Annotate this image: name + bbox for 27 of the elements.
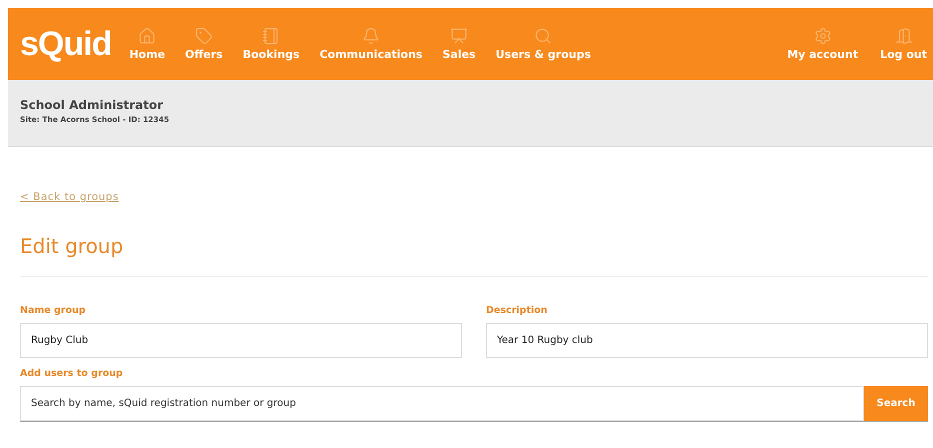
nav-link[interactable]: Bookings: [242, 27, 300, 61]
nav-link[interactable]: Communications: [320, 27, 422, 61]
input-field[interactable]: Year 10 Rugby club: [486, 323, 928, 358]
nav-link[interactable]: Users & groups: [496, 27, 591, 61]
nav-link[interactable]: Sales: [442, 27, 476, 61]
settings-icon: [814, 27, 832, 45]
nav-link[interactable]: My account: [787, 27, 858, 61]
page-title: Edit group: [20, 234, 928, 277]
house-icon: [138, 27, 156, 45]
search-field[interactable]: Search by name, sQuid registration number or group: [20, 386, 864, 421]
search-icon: [534, 27, 552, 45]
easel-icon: [450, 27, 468, 45]
nav-link[interactable]: Offers: [185, 27, 223, 61]
door-icon: [894, 27, 913, 45]
search-button[interactable]: Search: [864, 386, 928, 421]
field-label: Name group: [20, 305, 87, 316]
back-link[interactable]: < Back to groups: [20, 191, 119, 203]
field-label: Description: [486, 305, 548, 316]
notebook-icon: [262, 27, 280, 45]
bell-icon: [362, 27, 380, 45]
user-role: School Administrator: [20, 98, 164, 112]
logo: sQuid: [20, 24, 112, 64]
nav-link[interactable]: Home: [129, 27, 166, 61]
input-field[interactable]: Rugby Club: [20, 323, 462, 358]
tag-icon: [194, 27, 213, 45]
field-label: Add users to group: [20, 368, 124, 379]
nav-link[interactable]: Log out: [880, 27, 927, 61]
